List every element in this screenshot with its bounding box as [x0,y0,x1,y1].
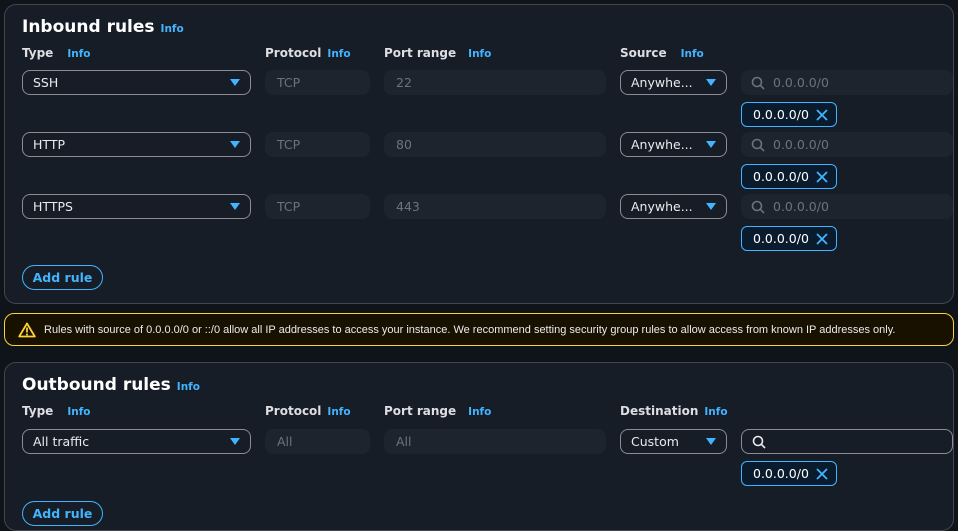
header-destination: Destination Info [620,404,728,418]
warning-alert: Rules with source of 0.0.0.0/0 or ::/0 a… [4,313,954,346]
search-icon [751,138,765,152]
caret-down-icon [706,438,716,445]
info-link[interactable]: Info [67,48,90,60]
source-search-input[interactable]: 0.0.0.0/0 [741,194,953,219]
outbound-port-field: All [384,429,606,454]
close-icon[interactable] [816,170,828,183]
outbound-title: Outbound rules Info [22,375,200,395]
inbound-port-field: 22 [384,70,606,95]
caret-down-icon [706,203,716,210]
outbound-type-select[interactable]: All traffic [22,429,251,454]
cidr-token: 0.0.0.0/0 [741,164,837,189]
search-placeholder: 0.0.0.0/0 [773,137,829,152]
token-label: 0.0.0.0/0 [753,169,809,184]
source-search-input[interactable]: 0.0.0.0/0 [741,132,953,157]
select-value: SSH [33,75,59,90]
cidr-token: 0.0.0.0/0 [741,226,837,251]
cidr-token: 0.0.0.0/0 [741,102,837,127]
caret-down-icon [706,141,716,148]
warning-triangle-icon [18,322,36,337]
outbound-title-text: Outbound rules [22,375,171,395]
caret-down-icon [230,79,240,86]
header-type: Type Info [22,46,90,60]
inbound-type-select[interactable]: SSH [22,70,251,95]
search-icon [751,76,765,90]
header-source-label: Source [620,46,667,60]
info-link[interactable]: Info [161,23,184,35]
header-port-range: Port range Info [384,46,491,60]
select-value: Custom [631,434,679,449]
token-label: 0.0.0.0/0 [753,107,809,122]
select-value: HTTPS [33,199,73,214]
header-destination-label: Destination [620,404,699,418]
header-source: Source Info [620,46,704,60]
info-link[interactable]: Info [327,406,350,418]
select-value: Anywhe... [631,75,693,90]
destination-select[interactable]: Custom [620,429,727,454]
source-select[interactable]: Anywhe... [620,70,727,95]
destination-search-input[interactable] [741,429,953,454]
caret-down-icon [230,203,240,210]
select-value: Anywhe... [631,199,693,214]
outbound-protocol-field: All [265,429,370,454]
inbound-add-rule-button[interactable]: Add rule [22,265,103,290]
close-icon[interactable] [816,467,828,480]
token-label: 0.0.0.0/0 [753,231,809,246]
header-protocol-label: Protocol [265,46,322,60]
search-placeholder: 0.0.0.0/0 [773,199,829,214]
header-port-label: Port range [384,46,457,60]
header-type-label: Type [22,404,54,418]
inbound-title-text: Inbound rules [22,17,155,37]
source-select[interactable]: Anywhe... [620,132,727,157]
inbound-protocol-field: TCP [265,70,370,95]
select-value: HTTP [33,137,65,152]
header-type: Type Info [22,404,90,418]
close-icon[interactable] [816,108,828,121]
source-search-input[interactable]: 0.0.0.0/0 [741,70,953,95]
inbound-port-field: 80 [384,132,606,157]
warning-text: Rules with source of 0.0.0.0/0 or ::/0 a… [44,323,896,336]
info-link[interactable]: Info [468,48,491,60]
search-placeholder: 0.0.0.0/0 [773,75,829,90]
info-link[interactable]: Info [704,406,727,418]
info-link[interactable]: Info [67,406,90,418]
info-link[interactable]: Info [681,48,704,60]
header-protocol: Protocol Info [265,404,351,418]
caret-down-icon [706,79,716,86]
caret-down-icon [230,141,240,148]
inbound-port-field: 443 [384,194,606,219]
source-select[interactable]: Anywhe... [620,194,727,219]
inbound-title: Inbound rules Info [22,17,184,37]
inbound-type-select[interactable]: HTTP [22,132,251,157]
token-label: 0.0.0.0/0 [753,466,809,481]
cidr-token: 0.0.0.0/0 [741,461,837,486]
search-icon [751,200,765,214]
select-value: Anywhe... [631,137,693,152]
header-type-label: Type [22,46,54,60]
header-protocol: Protocol Info [265,46,351,60]
inbound-type-select[interactable]: HTTPS [22,194,251,219]
info-link[interactable]: Info [468,406,491,418]
inbound-protocol-field: TCP [265,132,370,157]
outbound-add-rule-button[interactable]: Add rule [22,501,103,526]
caret-down-icon [230,438,240,445]
close-icon[interactable] [816,232,828,245]
info-link[interactable]: Info [177,381,200,393]
header-protocol-label: Protocol [265,404,322,418]
header-port-label: Port range [384,404,457,418]
inbound-protocol-field: TCP [265,194,370,219]
select-value: All traffic [33,434,90,449]
header-port-range: Port range Info [384,404,491,418]
info-link[interactable]: Info [327,48,350,60]
search-icon [752,435,766,449]
